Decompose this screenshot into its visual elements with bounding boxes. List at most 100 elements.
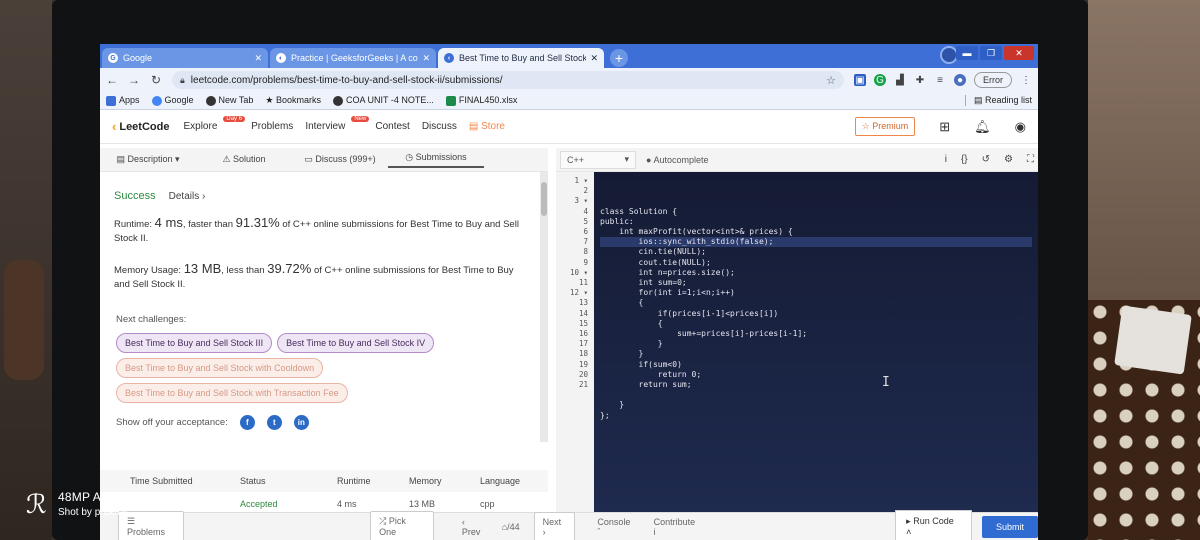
code-area[interactable]: I class Solution {public: int maxProfit(… <box>594 172 1038 512</box>
nav-contest[interactable]: Contest <box>375 121 409 132</box>
code-line: } <box>600 339 663 349</box>
google-icon: G <box>108 53 118 63</box>
nav-problems[interactable]: Problems <box>251 121 293 132</box>
avatar[interactable]: ● <box>954 74 966 86</box>
submissions-table-header: Time Submitted Status Runtime Memory Lan… <box>100 470 548 492</box>
code-line: { <box>600 298 644 308</box>
reset-icon[interactable]: ↺ <box>982 154 990 165</box>
media-icon[interactable]: ≡ <box>934 74 946 86</box>
contribute-button[interactable]: Contribute i <box>654 517 700 537</box>
browser-tab-leetcode[interactable]: ‹ Best Time to Buy and Sell Stock II ✕ <box>438 48 604 68</box>
puzzle-icon[interactable]: ✚ <box>914 74 926 86</box>
autocomplete-toggle[interactable]: ● Autocomplete <box>646 155 709 165</box>
user-avatar-icon[interactable]: ◉ <box>1015 119 1026 135</box>
challenge-chip[interactable]: Best Time to Buy and Sell Stock III <box>116 333 273 353</box>
bookmark-google[interactable]: Google <box>151 95 194 106</box>
bookmark-apps[interactable]: Apps <box>106 95 140 106</box>
line-number: 12 ▾ <box>569 288 588 298</box>
twitter-icon[interactable]: t <box>266 415 282 430</box>
url-input[interactable]: 🔒︎ leetcode.com/problems/best-time-to-bu… <box>172 71 844 89</box>
pick-one-button[interactable]: ⤮ Pick One <box>370 511 434 540</box>
reload-icon[interactable]: ↻ <box>150 73 162 87</box>
window-close-button[interactable]: ✕ <box>1004 46 1034 60</box>
memory-percentile: 39.72% <box>267 261 312 276</box>
code-editor[interactable]: 1 ▾ 2 3 ▾ 4 5 6 7 8 9 10 ▾ 11 12 ▾ 13 14 15 16 17 18 19 20 2… <box>556 172 1038 512</box>
browser-tab-gfg[interactable]: ◐ Practice | GeeksforGeeks | A com ✕ <box>270 48 436 68</box>
console-button[interactable]: Console ˆ <box>597 517 635 537</box>
memory-value: 13 MB <box>183 261 222 276</box>
runtime-value: 4 ms <box>154 215 183 230</box>
next-button[interactable]: Next › <box>533 511 576 540</box>
tab-submissions[interactable]: ◷ Submissions <box>388 152 484 168</box>
bookmark-star-icon[interactable]: ☆ <box>826 74 836 87</box>
prev-button[interactable]: ‹ Prev <box>462 517 486 537</box>
bookmark-new-tab[interactable]: New Tab <box>205 95 253 106</box>
line-number: 20 <box>578 369 588 379</box>
tab-solution[interactable]: ⚠ Solution <box>196 154 292 165</box>
facebook-icon[interactable]: f <box>239 415 255 430</box>
scroll-thumb[interactable] <box>541 182 547 216</box>
playground-icon[interactable]: ⊞ <box>939 119 950 135</box>
menu-dots-icon[interactable]: ⋮ <box>1020 74 1032 86</box>
text-cursor-icon: I <box>882 375 890 390</box>
left-scrollbar[interactable] <box>540 172 548 442</box>
address-bar: ← → ↻ 🔒︎ leetcode.com/problems/best-time… <box>100 68 1038 92</box>
challenge-chip[interactable]: Best Time to Buy and Sell Stock with Coo… <box>116 358 324 378</box>
left-panel: ▤ Description ▾ ⚠ Solution ▭ Discuss (99… <box>100 148 548 540</box>
nav-discuss[interactable]: Discuss <box>422 121 457 132</box>
reading-list[interactable]: ▤ Reading list <box>964 95 1032 106</box>
close-icon[interactable]: ✕ <box>422 53 430 64</box>
new-tab-button[interactable]: + <box>610 49 628 67</box>
settings-icon[interactable]: ⚙ <box>1004 154 1013 165</box>
error-button[interactable]: Error <box>974 72 1012 88</box>
chart-extension-icon[interactable]: ▟ <box>894 74 906 86</box>
code-line: public: <box>600 216 634 226</box>
bookmark-coa-notes[interactable]: COA UNIT -4 NOTE... <box>333 95 434 106</box>
accepted-status[interactable]: Accepted <box>240 499 337 509</box>
maximize-button[interactable]: ❐ <box>980 46 1002 60</box>
nav-store[interactable]: ▤ Store <box>469 121 505 132</box>
next-challenges-title: Next challenges: <box>116 314 187 325</box>
store-icon: ▤ <box>468 121 482 132</box>
code-line: for(int i=1;i<n;i++) <box>600 288 735 298</box>
forward-icon[interactable]: → <box>128 73 140 87</box>
result-status: Success Details › <box>114 190 548 202</box>
leetcode-logo[interactable]: ‹ LeetCode <box>112 119 169 134</box>
linkedin-icon[interactable]: in <box>293 415 309 430</box>
submit-button[interactable]: Submit <box>981 515 1038 538</box>
camera-watermark: 48MP AI QUAD CAMERA Shot by prakhar <box>58 490 200 518</box>
close-icon[interactable]: ✕ <box>254 53 262 64</box>
code-line: } <box>600 400 625 410</box>
challenge-chip[interactable]: Best Time to Buy and Sell Stock IV <box>277 333 435 353</box>
info-icon[interactable]: i <box>945 154 947 165</box>
close-icon[interactable]: ✕ <box>590 53 598 64</box>
code-line: }; <box>600 410 610 420</box>
premium-button[interactable]: ☆ Premium <box>854 117 916 136</box>
lock-icon: 🔒︎ <box>180 74 185 85</box>
fullscreen-icon[interactable]: ⛶ <box>1027 154 1034 165</box>
notification-bell-icon[interactable]: 🔔︎ <box>974 119 991 135</box>
challenge-chip[interactable]: Best Time to Buy and Sell Stock with Tra… <box>116 383 348 403</box>
nav-interview[interactable]: InterviewNew <box>305 116 370 132</box>
braces-icon[interactable]: {} <box>961 154 968 165</box>
code-line: return sum; <box>600 380 692 390</box>
bookmark-final450[interactable]: FINAL450.xlsx <box>445 95 517 106</box>
extension-icon[interactable]: ▣ <box>854 74 866 86</box>
browser-tab-google[interactable]: G Google ✕ <box>102 48 268 68</box>
run-code-button[interactable]: ▸ Run Code ˄ <box>895 510 972 540</box>
back-icon[interactable]: ← <box>106 73 118 87</box>
bookmark-bookmarks[interactable]: ★ Bookmarks <box>265 95 321 106</box>
details-link[interactable]: Details › <box>169 191 206 202</box>
nav-explore[interactable]: ExploreDay 6 <box>183 116 246 132</box>
leetcode-logo-icon: ‹ <box>112 119 117 134</box>
minimize-button[interactable]: ▬ <box>956 46 978 60</box>
line-number: 11 <box>578 278 588 288</box>
line-number: 4 <box>583 206 588 216</box>
tab-description[interactable]: ▤ Description ▾ <box>100 154 196 165</box>
editor-toolbar: C++ ▾ ● Autocomplete i {} ↺ ⚙ ⛶ <box>556 148 1038 172</box>
line-number: 8 <box>583 247 588 257</box>
tab-discuss[interactable]: ▭ Discuss (999+) <box>292 154 388 165</box>
line-number: 14 <box>578 308 588 318</box>
language-select[interactable]: C++ ▾ <box>560 150 636 169</box>
grammarly-icon[interactable]: G <box>874 74 886 86</box>
